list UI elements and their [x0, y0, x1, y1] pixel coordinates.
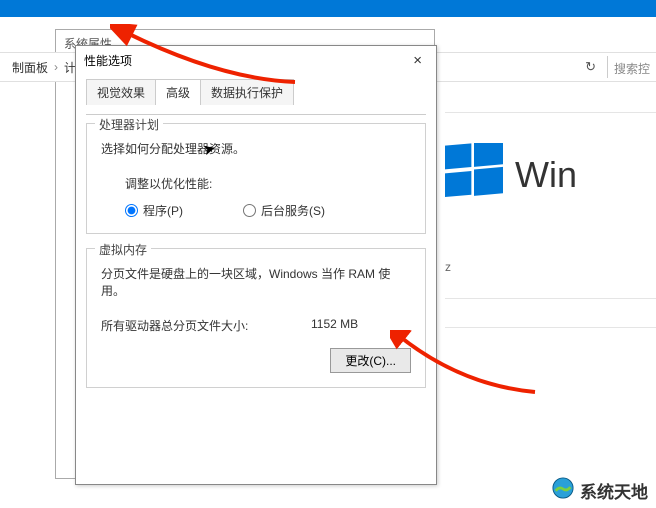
globe-icon [552, 477, 574, 504]
radio-input-programs[interactable] [125, 204, 138, 217]
radio-programs[interactable]: 程序(P) [125, 202, 183, 219]
divider [445, 298, 656, 299]
paging-size-label: 所有驱动器总分页文件大小: [101, 317, 311, 334]
watermark-text: 系统天地 [580, 478, 648, 503]
divider [445, 327, 656, 328]
tab-advanced[interactable]: 高级 [155, 79, 201, 105]
radio-group: 程序(P) 后台服务(S) [125, 202, 411, 219]
accent-bar [0, 0, 656, 17]
dialog-body: 视觉效果 高级 数据执行保护 处理器计划 选择如何分配处理器资源。 调整以优化性… [76, 75, 436, 412]
search-input[interactable]: 搜索控 [614, 60, 650, 77]
right-panel: Win z [445, 84, 656, 478]
vm-desc: 分页文件是硬盘上的一块区域，Windows 当作 RAM 使用。 [101, 265, 411, 299]
stray-text: z [445, 260, 656, 274]
divider [445, 112, 656, 113]
tab-visual-effects[interactable]: 视觉效果 [86, 79, 156, 105]
radio-background-services[interactable]: 后台服务(S) [243, 202, 325, 219]
virtual-memory-group: 虚拟内存 分页文件是硬盘上的一块区域，Windows 当作 RAM 使用。 所有… [86, 248, 426, 388]
radio-input-services[interactable] [243, 204, 256, 217]
button-row: 更改(C)... [101, 348, 411, 373]
performance-options-dialog: 性能选项 × 视觉效果 高级 数据执行保护 处理器计划 选择如何分配处理器资源。… [75, 45, 437, 485]
processor-desc: 选择如何分配处理器资源。 [101, 140, 411, 157]
windows-logo-icon [445, 143, 503, 206]
breadcrumb-item[interactable]: 制面板 [8, 57, 52, 78]
tab-row: 视觉效果 高级 数据执行保护 [86, 79, 426, 105]
chevron-right-icon: › [52, 60, 60, 74]
paging-size-row: 所有驱动器总分页文件大小: 1152 MB [101, 317, 411, 334]
windows-text: Win [515, 154, 577, 196]
watermark: 系统天地 [552, 477, 648, 504]
paging-size-value: 1152 MB [311, 317, 411, 334]
windows-branding: Win [445, 143, 656, 206]
divider [607, 56, 608, 78]
radio-label: 程序(P) [143, 202, 183, 219]
dialog-titlebar: 性能选项 × [76, 46, 436, 75]
processor-scheduling-group: 处理器计划 选择如何分配处理器资源。 调整以优化性能: 程序(P) 后台服务(S… [86, 123, 426, 234]
change-button[interactable]: 更改(C)... [330, 348, 411, 373]
close-icon[interactable]: × [407, 52, 428, 69]
dialog-title: 性能选项 [84, 52, 132, 69]
group-title: 虚拟内存 [95, 241, 151, 258]
tab-underline [86, 114, 426, 115]
refresh-icon[interactable]: ↻ [585, 59, 596, 75]
radio-label: 后台服务(S) [261, 202, 325, 219]
adjust-label: 调整以优化性能: [125, 175, 411, 192]
tab-dep[interactable]: 数据执行保护 [200, 79, 294, 105]
group-title: 处理器计划 [95, 116, 163, 133]
